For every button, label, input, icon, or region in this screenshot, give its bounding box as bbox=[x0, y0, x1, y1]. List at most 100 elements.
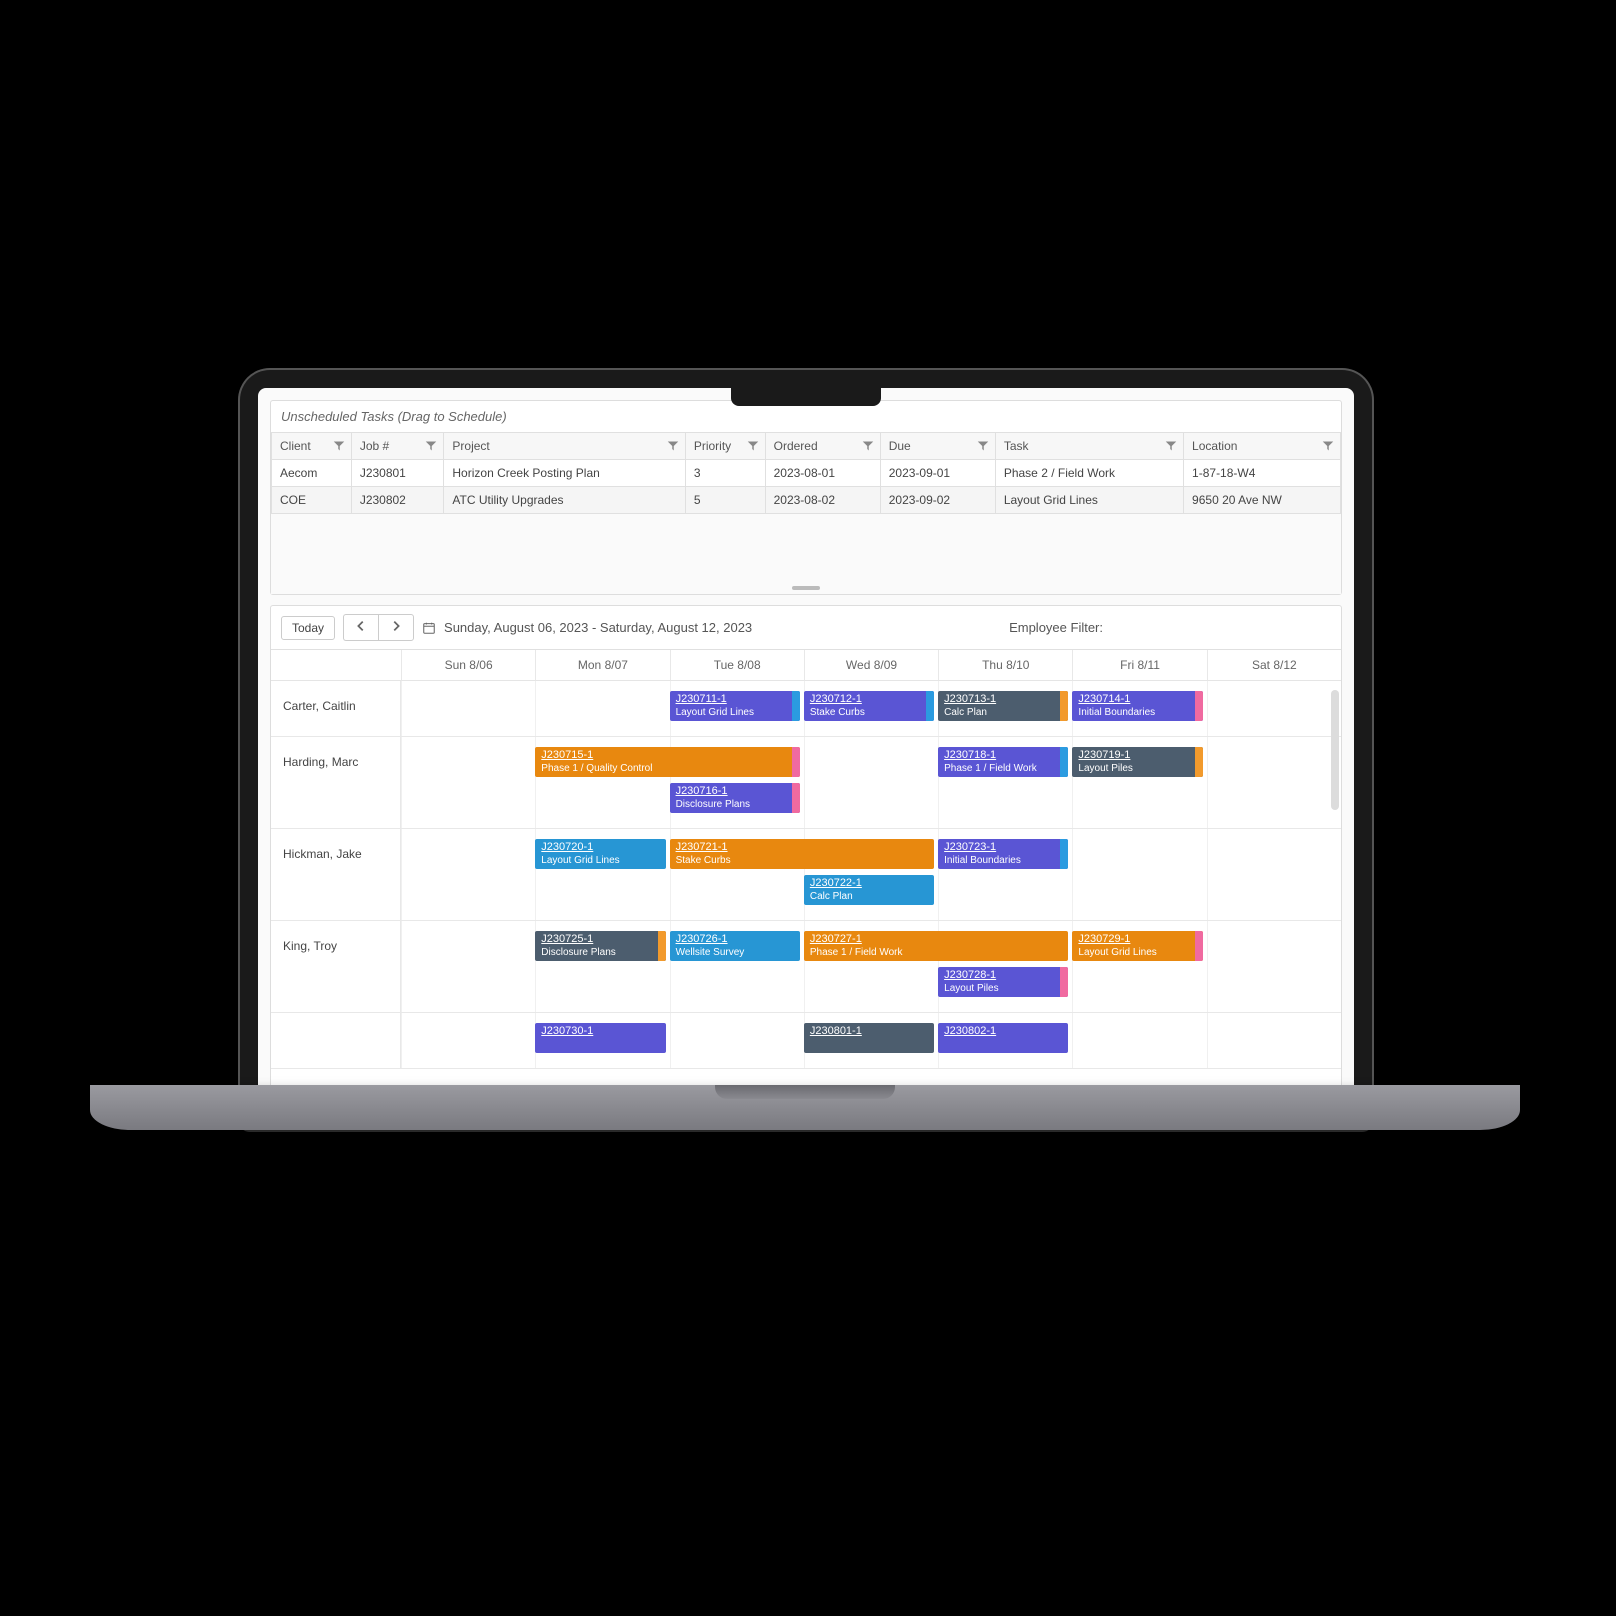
employee-name: King, Troy bbox=[271, 921, 401, 1012]
task-block[interactable]: J230716-1Disclosure Plans bbox=[670, 783, 800, 813]
col-priority[interactable]: Priority bbox=[685, 433, 765, 460]
filter-icon[interactable] bbox=[1165, 440, 1177, 452]
task-desc: Layout Grid Lines bbox=[676, 707, 754, 718]
today-button[interactable]: Today bbox=[281, 616, 335, 640]
task-job-link[interactable]: J230713-1 bbox=[944, 693, 1062, 706]
task-block[interactable]: J230802-1 bbox=[938, 1023, 1068, 1053]
status-stripe bbox=[1060, 691, 1068, 721]
task-block[interactable]: J230718-1Phase 1 / Field Work bbox=[938, 747, 1068, 777]
task-job-link[interactable]: J230720-1 bbox=[541, 841, 659, 854]
task-job-link[interactable]: J230716-1 bbox=[676, 785, 794, 798]
cell-project: ATC Utility Upgrades bbox=[444, 487, 685, 514]
col-task[interactable]: Task bbox=[995, 433, 1183, 460]
task-job-link[interactable]: J230802-1 bbox=[944, 1025, 1062, 1038]
task-job-link[interactable]: J230801-1 bbox=[810, 1025, 928, 1038]
task-job-link[interactable]: J230711-1 bbox=[676, 693, 794, 706]
cell-project: Horizon Creek Posting Plan bbox=[444, 460, 685, 487]
cell-task: Phase 2 / Field Work bbox=[995, 460, 1183, 487]
scrollbar[interactable] bbox=[1331, 690, 1339, 810]
task-block[interactable]: J230801-1 bbox=[804, 1023, 934, 1053]
employee-name: Hickman, Jake bbox=[271, 829, 401, 920]
task-job-link[interactable]: J230718-1 bbox=[944, 749, 1062, 762]
task-block[interactable]: J230730-1 bbox=[535, 1023, 665, 1053]
task-job-link[interactable]: J230721-1 bbox=[676, 841, 929, 854]
col-location[interactable]: Location bbox=[1184, 433, 1341, 460]
task-job-link[interactable]: J230712-1 bbox=[810, 693, 928, 706]
task-block[interactable]: J230719-1Layout Piles bbox=[1072, 747, 1202, 777]
table-row[interactable]: COEJ230802ATC Utility Upgrades52023-08-0… bbox=[272, 487, 1341, 514]
task-desc: Stake Curbs bbox=[676, 855, 731, 866]
task-desc: Layout Piles bbox=[1078, 763, 1132, 774]
filter-icon[interactable] bbox=[977, 440, 989, 452]
task-block[interactable]: J230713-1Calc Plan bbox=[938, 691, 1068, 721]
filter-icon[interactable] bbox=[667, 440, 679, 452]
next-button[interactable] bbox=[378, 614, 414, 641]
task-desc: Layout Piles bbox=[944, 983, 998, 994]
task-layer: J230720-1Layout Grid LinesJ230721-1Stake… bbox=[401, 833, 1341, 916]
task-job-link[interactable]: J230715-1 bbox=[541, 749, 794, 762]
task-job-link[interactable]: J230723-1 bbox=[944, 841, 1062, 854]
cell-client: Aecom bbox=[272, 460, 352, 487]
task-job-link[interactable]: J230728-1 bbox=[944, 969, 1062, 982]
scheduler-row: Carter, CaitlinJ230711-1Layout Grid Line… bbox=[271, 681, 1341, 737]
filter-icon[interactable] bbox=[862, 440, 874, 452]
task-block[interactable]: J230720-1Layout Grid Lines bbox=[535, 839, 665, 869]
scheduler-panel: Today Sunday, August 06, 2023 - Saturday… bbox=[270, 605, 1342, 1090]
task-block[interactable]: J230712-1Stake Curbs bbox=[804, 691, 934, 721]
col-due[interactable]: Due bbox=[880, 433, 995, 460]
task-block[interactable]: J230714-1Initial Boundaries bbox=[1072, 691, 1202, 721]
cell-task: Layout Grid Lines bbox=[995, 487, 1183, 514]
laptop-base bbox=[90, 1085, 1520, 1130]
table-footer bbox=[271, 514, 1341, 594]
filter-icon[interactable] bbox=[1322, 440, 1334, 452]
day-header: Sat 8/12 bbox=[1207, 650, 1341, 681]
task-desc: Initial Boundaries bbox=[944, 855, 1021, 866]
task-block[interactable]: J230729-1Layout Grid Lines bbox=[1072, 931, 1202, 961]
cell-location: 9650 20 Ave NW bbox=[1184, 487, 1341, 514]
resize-handle[interactable] bbox=[792, 586, 820, 590]
task-job-link[interactable]: J230729-1 bbox=[1078, 933, 1196, 946]
task-layer: J230715-1Phase 1 / Quality ControlJ23071… bbox=[401, 741, 1341, 824]
status-stripe bbox=[658, 931, 666, 961]
cell-ordered: 2023-08-01 bbox=[765, 460, 880, 487]
task-job-link[interactable]: J230714-1 bbox=[1078, 693, 1196, 706]
status-stripe bbox=[1060, 839, 1068, 869]
task-block[interactable]: J230725-1Disclosure Plans bbox=[535, 931, 665, 961]
status-stripe bbox=[1060, 747, 1068, 777]
task-block[interactable]: J230715-1Phase 1 / Quality Control bbox=[535, 747, 800, 777]
filter-icon[interactable] bbox=[747, 440, 759, 452]
task-job-link[interactable]: J230722-1 bbox=[810, 877, 928, 890]
task-block[interactable]: J230721-1Stake Curbs bbox=[670, 839, 935, 869]
task-block[interactable]: J230722-1Calc Plan bbox=[804, 875, 934, 905]
laptop-notch bbox=[731, 384, 881, 406]
date-range-label: Sunday, August 06, 2023 - Saturday, Augu… bbox=[444, 620, 752, 635]
status-stripe bbox=[792, 691, 800, 721]
day-header: Wed 8/09 bbox=[804, 650, 938, 681]
table-row[interactable]: AecomJ230801Horizon Creek Posting Plan32… bbox=[272, 460, 1341, 487]
task-block[interactable]: J230727-1Phase 1 / Field Work bbox=[804, 931, 1069, 961]
status-stripe bbox=[926, 691, 934, 721]
task-job-link[interactable]: J230726-1 bbox=[676, 933, 794, 946]
task-job-link[interactable]: J230730-1 bbox=[541, 1025, 659, 1038]
task-block[interactable]: J230726-1Wellsite Survey bbox=[670, 931, 800, 961]
col-project[interactable]: Project bbox=[444, 433, 685, 460]
task-job-link[interactable]: J230725-1 bbox=[541, 933, 659, 946]
col-client[interactable]: Client bbox=[272, 433, 352, 460]
cell-location: 1-87-18-W4 bbox=[1184, 460, 1341, 487]
col-job-[interactable]: Job # bbox=[351, 433, 444, 460]
task-job-link[interactable]: J230727-1 bbox=[810, 933, 1063, 946]
calendar-icon[interactable] bbox=[422, 621, 436, 635]
prev-button[interactable] bbox=[343, 614, 378, 641]
scheduler-body[interactable]: Carter, CaitlinJ230711-1Layout Grid Line… bbox=[271, 681, 1341, 1090]
cell-ordered: 2023-08-02 bbox=[765, 487, 880, 514]
task-job-link[interactable]: J230719-1 bbox=[1078, 749, 1196, 762]
task-block[interactable]: J230723-1Initial Boundaries bbox=[938, 839, 1068, 869]
task-block[interactable]: J230711-1Layout Grid Lines bbox=[670, 691, 800, 721]
filter-icon[interactable] bbox=[333, 440, 345, 452]
filter-icon[interactable] bbox=[425, 440, 437, 452]
chevron-left-icon bbox=[354, 619, 368, 633]
task-block[interactable]: J230728-1Layout Piles bbox=[938, 967, 1068, 997]
col-ordered[interactable]: Ordered bbox=[765, 433, 880, 460]
status-stripe bbox=[1060, 967, 1068, 997]
screen: Unscheduled Tasks (Drag to Schedule) Cli… bbox=[258, 388, 1354, 1090]
